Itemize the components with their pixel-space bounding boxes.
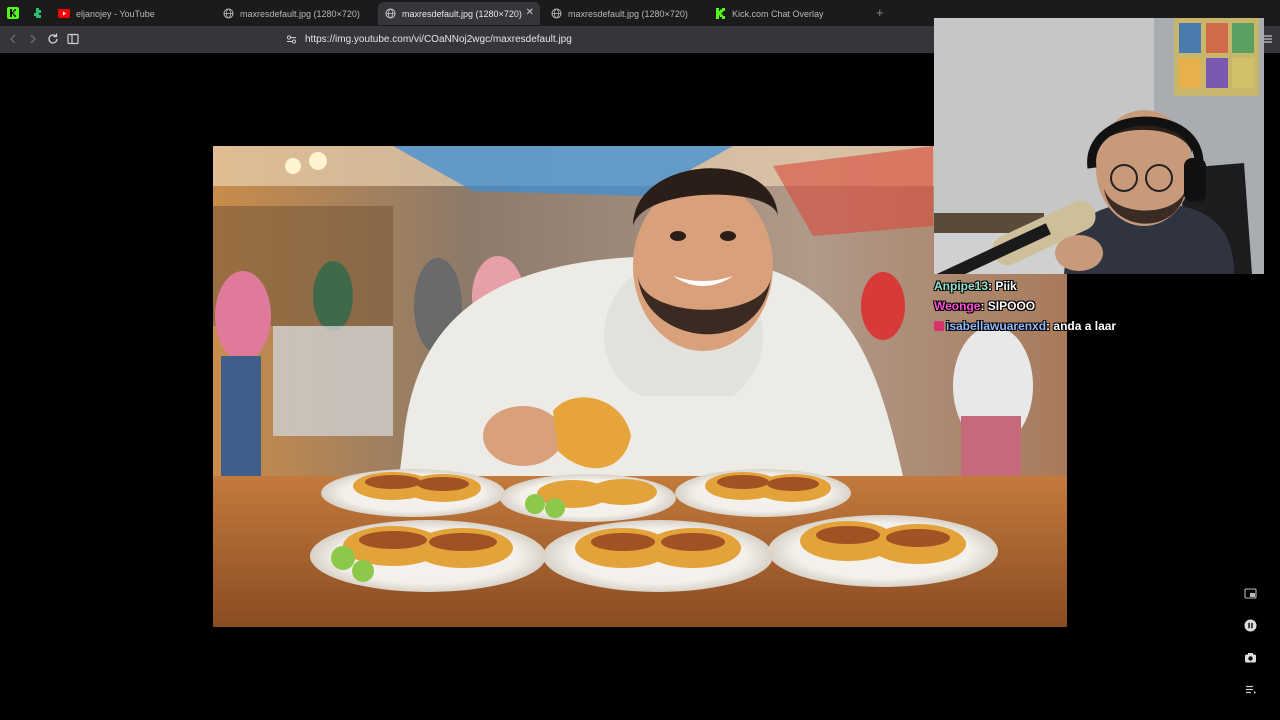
webcam-overlay [934,18,1264,274]
tab-image-3[interactable]: maxresdefault.jpg (1280×720) [544,2,704,25]
kick-extension-icon[interactable] [4,4,22,22]
chat-message: Weonge: SIPOOO [934,299,1036,313]
globe-icon [222,8,234,20]
chat-overlay: Anpipe13: Piik Weonge: SIPOOO isabellawu… [934,276,1274,336]
subscriber-badge-icon [934,320,944,331]
chat-username: Weonge [934,299,981,313]
address-bar[interactable]: https://img.youtube.com/vi/COaNNoj2wgc/m… [280,29,940,50]
tab-title: maxresdefault.jpg (1280×720) [240,8,360,19]
globe-icon [384,8,396,20]
tab-image-2-active[interactable]: maxresdefault.jpg (1280×720) ✕ [378,2,540,25]
chat-text: Piik [995,279,1017,293]
browser-window: eljanojey - YouTube maxresdefault.jpg (1… [0,0,1280,720]
close-tab-icon[interactable]: ✕ [526,7,534,18]
chat-message: Anpipe13: Piik [934,279,1017,293]
split-view-icon[interactable] [66,32,80,46]
tab-image-1[interactable]: maxresdefault.jpg (1280×720) [216,2,376,25]
reload-icon[interactable] [46,32,60,46]
globe-icon [550,8,562,20]
url-text: https://img.youtube.com/vi/COaNNoj2wgc/m… [305,34,572,45]
new-tab-icon[interactable]: + [876,5,884,20]
reader-list-icon[interactable] [1240,679,1260,699]
site-settings-icon[interactable] [286,34,297,45]
chat-message: isabellawuarenxd: anda a laar [934,316,1274,336]
forward-icon[interactable] [26,32,40,46]
camera-icon[interactable] [1240,647,1260,667]
youtube-icon [58,8,70,20]
chat-text: anda a laar [1053,319,1117,333]
puzzle-extension-icon[interactable] [28,4,46,22]
chat-username: Anpipe13 [934,279,989,293]
chat-text: SIPOOO [987,299,1036,313]
kick-icon [714,8,726,20]
tab-title: maxresdefault.jpg (1280×720) [568,8,688,19]
tab-title: Kick.com Chat Overlay [732,8,824,19]
picture-in-picture-icon[interactable] [1240,583,1260,603]
tab-title: eljanojey - YouTube [76,8,155,19]
tab-title: maxresdefault.jpg (1280×720) [402,8,522,19]
chat-username: isabellawuarenxd [946,319,1047,333]
tab-youtube[interactable]: eljanojey - YouTube [52,2,212,25]
pause-icon[interactable] [1240,615,1260,635]
tab-kick-chat[interactable]: Kick.com Chat Overlay [708,2,868,25]
back-icon[interactable] [6,32,20,46]
